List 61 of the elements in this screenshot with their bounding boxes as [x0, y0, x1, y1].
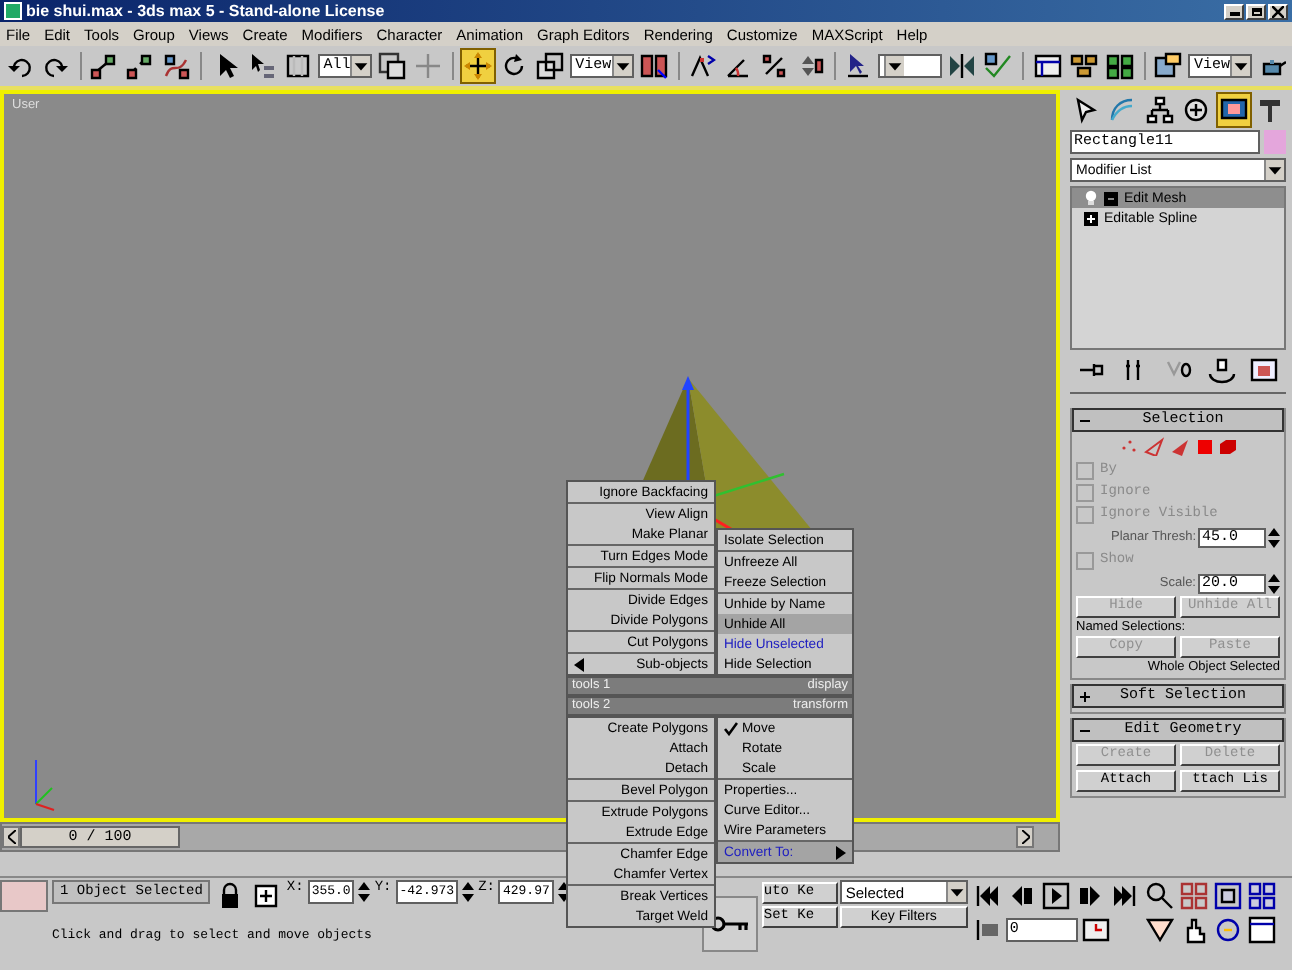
close-button[interactable] — [1268, 3, 1288, 19]
dropdown[interactable] — [878, 54, 943, 78]
checkmark-icon — [724, 721, 738, 735]
collapsed-square-icon — [1104, 191, 1118, 205]
snap-icon[interactable] — [686, 50, 719, 82]
mirror-icon[interactable] — [946, 50, 979, 82]
unlink-icon[interactable] — [124, 50, 157, 82]
pivot-icon[interactable] — [637, 50, 670, 82]
spinner-arrows-icon[interactable] — [462, 880, 475, 904]
bind-icon[interactable] — [160, 50, 193, 82]
maximize-viewport-icon[interactable] — [1245, 914, 1278, 946]
display-icon[interactable] — [1217, 94, 1250, 126]
absolute-mode-icon[interactable] — [250, 880, 283, 912]
maximize-button[interactable] — [1246, 3, 1266, 19]
track-view-icon[interactable] — [1031, 50, 1064, 82]
align-icon[interactable] — [982, 50, 1015, 82]
key-mode-icon[interactable] — [971, 914, 1004, 946]
play-icon[interactable] — [1039, 880, 1072, 912]
create-arrow-icon[interactable] — [1070, 94, 1102, 126]
collapse-icon — [1080, 415, 1090, 425]
rectangle-selection-icon[interactable] — [281, 50, 314, 82]
script-listener-field[interactable] — [0, 880, 48, 912]
go-to-start-icon[interactable] — [971, 880, 1004, 912]
zoom-extents-icon[interactable] — [1211, 880, 1244, 912]
previous-button[interactable] — [2, 826, 20, 848]
spinner-arrows-icon[interactable] — [358, 880, 371, 904]
zoom-icon[interactable] — [1143, 880, 1176, 912]
zoom-extents-all-icon[interactable] — [1245, 880, 1278, 912]
expand-square-icon — [1084, 211, 1098, 225]
link-icon[interactable] — [88, 50, 121, 82]
axis-tripod-icon — [35, 759, 55, 811]
field-of-view-icon[interactable] — [1143, 914, 1176, 946]
schematic-icon[interactable] — [1067, 50, 1100, 82]
render-scene-icon[interactable] — [1151, 50, 1184, 82]
spinner-arrows-icon[interactable] — [557, 880, 570, 904]
window-crossing-icon[interactable] — [376, 50, 409, 82]
object-color-swatch[interactable] — [1264, 130, 1286, 154]
zoom-all-icon[interactable] — [1177, 880, 1210, 912]
spinner-arrows-icon[interactable] — [1268, 525, 1280, 549]
minimize-button[interactable] — [1224, 3, 1244, 19]
time-configuration-icon[interactable] — [1079, 914, 1112, 946]
key-icon — [709, 914, 750, 934]
expand-icon — [1080, 691, 1090, 701]
app-icon — [4, 2, 22, 20]
sub-object-icons-drawing[interactable] — [1118, 436, 1238, 456]
remove-modifier-icon[interactable] — [1205, 354, 1238, 386]
spinner-arrows-icon[interactable] — [1268, 571, 1280, 595]
scale-icon[interactable] — [533, 50, 566, 82]
hierarchy-icon[interactable] — [1143, 94, 1176, 126]
move-icon[interactable] — [461, 50, 494, 82]
submenu-arrow-icon — [836, 845, 846, 859]
next-button[interactable] — [1016, 826, 1034, 848]
arc-rotate-icon[interactable] — [1211, 914, 1244, 946]
percent-snap-icon[interactable] — [758, 50, 791, 82]
submenu-arrow-icon — [574, 657, 584, 671]
material-editor-icon[interactable] — [1103, 50, 1136, 82]
collapse-icon — [1080, 725, 1090, 735]
configure-sets-icon[interactable] — [1248, 354, 1281, 386]
motion-icon[interactable] — [1180, 94, 1213, 126]
close-icon — [1272, 5, 1284, 17]
window-title: bie shui.max - 3ds max 5 - Stand-alone License — [26, 2, 385, 20]
